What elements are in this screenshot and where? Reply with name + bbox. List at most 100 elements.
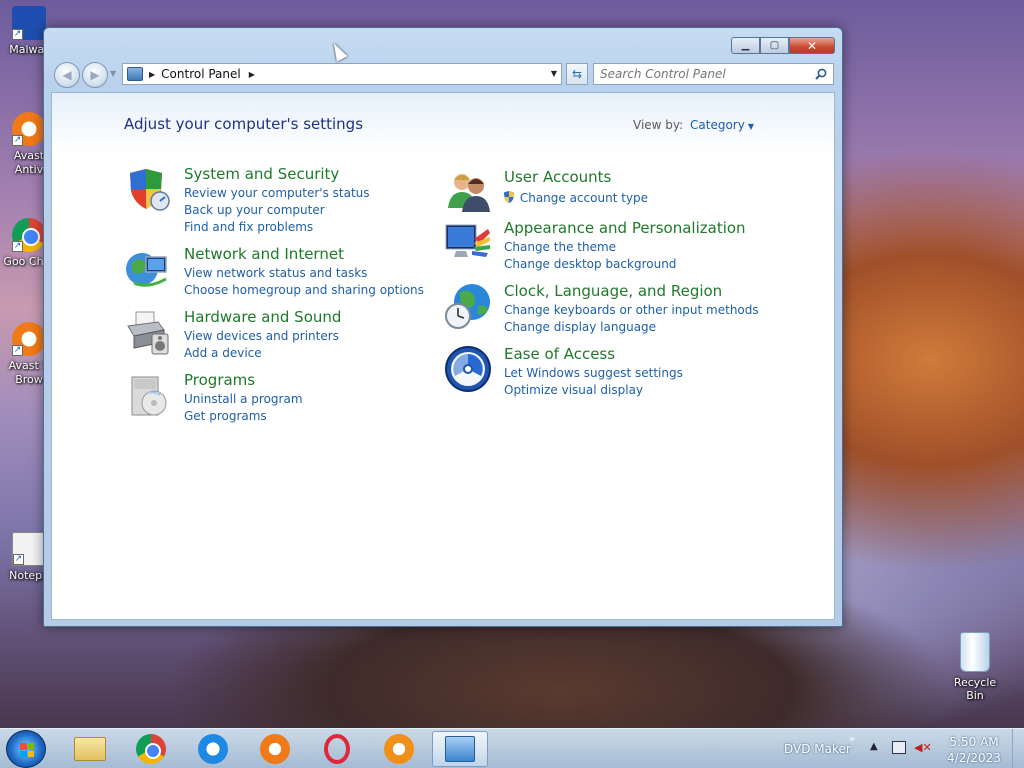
shortcut-arrow-icon: ↗ — [13, 554, 24, 565]
internet-explorer-icon — [198, 734, 228, 764]
search-icon[interactable] — [815, 68, 827, 80]
taskbar-avast-browser[interactable] — [371, 731, 427, 767]
page-title: Adjust your computer's settings — [124, 115, 364, 133]
address-history-dropdown[interactable]: ▼ — [551, 69, 557, 78]
link-uninstall-program[interactable]: Uninstall a program — [184, 392, 303, 406]
breadcrumb-control-panel[interactable]: Control Panel — [161, 67, 241, 81]
category-title[interactable]: Ease of Access — [504, 345, 615, 363]
control-panel-icon — [445, 736, 475, 762]
link-change-account-type[interactable]: Change account type — [502, 190, 648, 205]
desktop-icon-recycle-bin[interactable]: Recycle Bin — [944, 632, 1006, 702]
volume-muted-icon[interactable]: ◀✕ — [914, 741, 932, 755]
search-input[interactable] — [600, 67, 810, 81]
view-by-label: View by: — [633, 118, 684, 132]
clock-date: 4/2/2023 — [947, 751, 1001, 765]
link-get-programs[interactable]: Get programs — [184, 409, 267, 423]
notepad-icon: ↗ — [12, 532, 46, 566]
google-chrome-icon: ↗ — [12, 218, 46, 252]
link-suggest-settings[interactable]: Let Windows suggest settings — [504, 366, 683, 380]
users-icon — [448, 174, 490, 212]
link-change-theme[interactable]: Change the theme — [504, 240, 616, 254]
link-add-device[interactable]: Add a device — [184, 346, 262, 360]
clock-globe-icon — [445, 284, 490, 329]
chevron-down-icon: ▼ — [550, 69, 557, 78]
link-change-background[interactable]: Change desktop background — [504, 257, 676, 271]
caret-down-icon: ▼ — [747, 122, 754, 131]
avast-secure-browser-icon: ↗ — [12, 322, 46, 356]
category-title[interactable]: Clock, Language, and Region — [504, 282, 722, 300]
category-title[interactable]: System and Security — [184, 165, 339, 183]
window-controls: ▁ ▢ ✕ — [731, 37, 835, 54]
link-devices-printers[interactable]: View devices and printers — [184, 329, 339, 343]
link-back-up[interactable]: Back up your computer — [184, 203, 325, 217]
taskbar-internet-explorer[interactable] — [185, 731, 241, 767]
control-panel-window: ▁ ▢ ✕ ◀ ▶ ▼ ▶ Control Panel ▶ ▼ ⇆ Adjust… — [43, 27, 843, 627]
refresh-icon: ⇆ — [571, 67, 583, 81]
display-palette-icon — [445, 224, 490, 257]
maximize-button[interactable]: ▢ — [760, 37, 789, 54]
opera-icon — [324, 734, 350, 764]
toolbar-expand-icon[interactable]: » — [849, 734, 855, 745]
search-box[interactable] — [593, 63, 834, 85]
back-button[interactable]: ◀ — [54, 62, 80, 88]
control-panel-icon — [127, 67, 143, 81]
forward-arrow-icon: ▶ — [90, 68, 100, 82]
breadcrumb-separator-icon[interactable]: ▶ — [149, 70, 155, 79]
chrome-icon — [136, 734, 166, 764]
address-bar[interactable]: ▶ Control Panel ▶ ▼ — [122, 63, 562, 85]
link-change-account-type-label: Change account type — [519, 191, 649, 205]
taskbar-file-explorer[interactable] — [62, 731, 118, 767]
link-change-keyboards[interactable]: Change keyboards or other input methods — [504, 303, 759, 317]
recycle-bin-label: Recycle Bin — [953, 676, 997, 702]
taskbar-avast[interactable] — [247, 731, 303, 767]
taskbar-control-panel[interactable] — [432, 731, 488, 767]
taskbar-chrome[interactable] — [123, 731, 179, 767]
link-optimize-display[interactable]: Optimize visual display — [504, 383, 643, 397]
chevron-up-icon: ▲ — [870, 741, 878, 752]
category-title[interactable]: Hardware and Sound — [184, 308, 341, 326]
recycle-bin-icon — [960, 632, 990, 672]
breadcrumb-separator-icon[interactable]: ▶ — [249, 70, 255, 79]
category-title[interactable]: Network and Internet — [184, 245, 344, 263]
refresh-button[interactable]: ⇆ — [566, 63, 588, 85]
show-hidden-icons-button[interactable]: ▲ — [870, 741, 878, 752]
taskbar-opera[interactable] — [309, 731, 365, 767]
link-find-fix-problems[interactable]: Find and fix problems — [184, 220, 313, 234]
forward-button[interactable]: ▶ — [82, 62, 108, 88]
avast-browser-icon — [384, 734, 414, 764]
recent-pages-dropdown[interactable]: ▼ — [110, 69, 116, 78]
shortcut-arrow-icon: ↗ — [12, 29, 23, 40]
ease-of-access-icon — [445, 346, 491, 392]
chevron-down-icon: ▼ — [110, 69, 117, 78]
network-tray-icon[interactable] — [892, 741, 906, 754]
uac-shield-icon — [504, 191, 514, 203]
link-network-status[interactable]: View network status and tasks — [184, 266, 367, 280]
tray-toolbar-label[interactable]: DVD Maker — [784, 742, 851, 756]
control-panel-content: Adjust your computer's settings View by:… — [51, 92, 835, 620]
file-explorer-icon — [74, 737, 106, 761]
windows-logo-icon — [20, 743, 34, 757]
shortcut-arrow-icon: ↗ — [12, 135, 23, 146]
category-title[interactable]: Programs — [184, 371, 255, 389]
avast-antivirus-icon: ↗ — [12, 112, 46, 146]
printer-icon — [127, 311, 169, 355]
taskbar-clock[interactable]: 5:50 AM 4/2/2023 — [944, 734, 1004, 766]
category-title[interactable]: User Accounts — [504, 168, 611, 186]
malwarebytes-icon: ↗ — [12, 6, 46, 40]
start-button[interactable] — [6, 730, 46, 768]
network-globe-icon — [126, 253, 167, 287]
minimize-button[interactable]: ▁ — [731, 37, 760, 54]
link-change-display-language[interactable]: Change display language — [504, 320, 656, 334]
avast-icon — [260, 734, 290, 764]
back-arrow-icon: ◀ — [62, 68, 72, 82]
view-by-value: Category — [690, 118, 745, 132]
link-review-status[interactable]: Review your computer's status — [184, 186, 370, 200]
clock-time: 5:50 AM — [949, 735, 999, 749]
close-button[interactable]: ✕ — [789, 37, 835, 54]
link-homegroup-sharing[interactable]: Choose homegroup and sharing options — [184, 283, 424, 297]
category-title[interactable]: Appearance and Personalization — [504, 219, 746, 237]
shield-icon — [130, 169, 170, 211]
show-desktop-button[interactable] — [1012, 729, 1024, 768]
taskbar: DVD Maker » ▲ ◀✕ 5:50 AM 4/2/2023 — [0, 728, 1024, 768]
view-by-dropdown[interactable]: Category ▼ — [690, 118, 754, 132]
